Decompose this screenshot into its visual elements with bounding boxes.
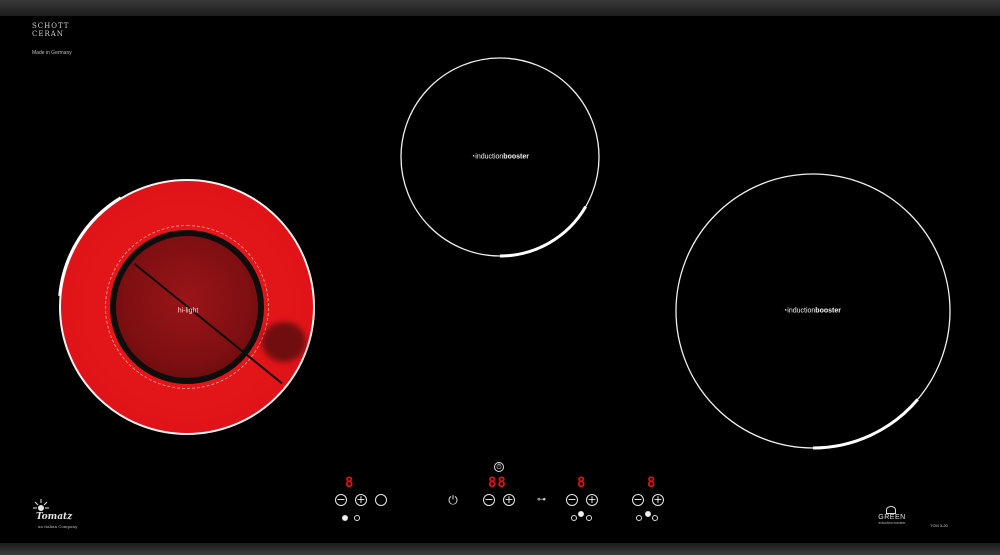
- zone-indicator-dot: [586, 515, 592, 521]
- power-icon[interactable]: ⏻: [447, 494, 459, 506]
- leaf-icon: [886, 506, 896, 514]
- model-number: TCM 3-20: [930, 523, 948, 528]
- zone-indicator-dot: [636, 515, 642, 521]
- made-in-label: Made in Germany: [32, 50, 72, 56]
- power-level-display-right-a: 8: [577, 475, 587, 491]
- plus-button-right-a[interactable]: +: [586, 494, 598, 506]
- zone-label-top: ◔inductionbooster: [471, 153, 529, 161]
- power-level-display-right-b: 8: [647, 475, 657, 491]
- cooktop-panel: SCHOTT CERAN Made in Germany hi-light ◔i…: [0, 0, 1000, 555]
- maker-logo-subtext: an italian Company: [38, 524, 78, 529]
- green-logo-text: GREEN: [878, 514, 906, 521]
- minus-button-right-a[interactable]: −: [566, 494, 578, 506]
- timer-display: 88: [488, 475, 507, 491]
- maker-logo: Tomatz an italian Company: [26, 498, 86, 530]
- timer-icon[interactable]: ⏱: [494, 462, 504, 472]
- minus-button-right-b[interactable]: −: [632, 494, 644, 506]
- minus-button-left[interactable]: −: [335, 494, 347, 506]
- zone-indicator-dot: [354, 515, 360, 521]
- select-button-left[interactable]: [375, 494, 387, 506]
- lock-icon[interactable]: ⊶: [537, 495, 546, 505]
- minus-button-center[interactable]: −: [483, 494, 495, 506]
- green-logo-subtext: induction booster: [878, 521, 906, 525]
- zone-indicator-dot: [571, 515, 577, 521]
- zone-indicator-dot: [342, 515, 348, 521]
- power-level-display-left: 8: [345, 475, 355, 491]
- zone-indicator-dot: [652, 515, 658, 521]
- zone-label-right: ◔inductionbooster: [783, 307, 841, 315]
- plus-button-center[interactable]: +: [503, 494, 515, 506]
- zone-indicator-dot: [645, 511, 651, 517]
- plus-button-right-b[interactable]: +: [652, 494, 664, 506]
- top-bezel: [0, 0, 1000, 16]
- bottom-bezel: [0, 543, 1000, 555]
- glass-brand-logo: SCHOTT CERAN: [32, 22, 70, 38]
- zone-indicator-dot: [578, 511, 584, 517]
- maker-logo-text: Tomatz: [36, 512, 73, 522]
- plus-button-left[interactable]: +: [355, 494, 367, 506]
- green-logo: GREEN induction booster: [872, 506, 912, 534]
- hilight-indicator-arc: [57, 177, 317, 437]
